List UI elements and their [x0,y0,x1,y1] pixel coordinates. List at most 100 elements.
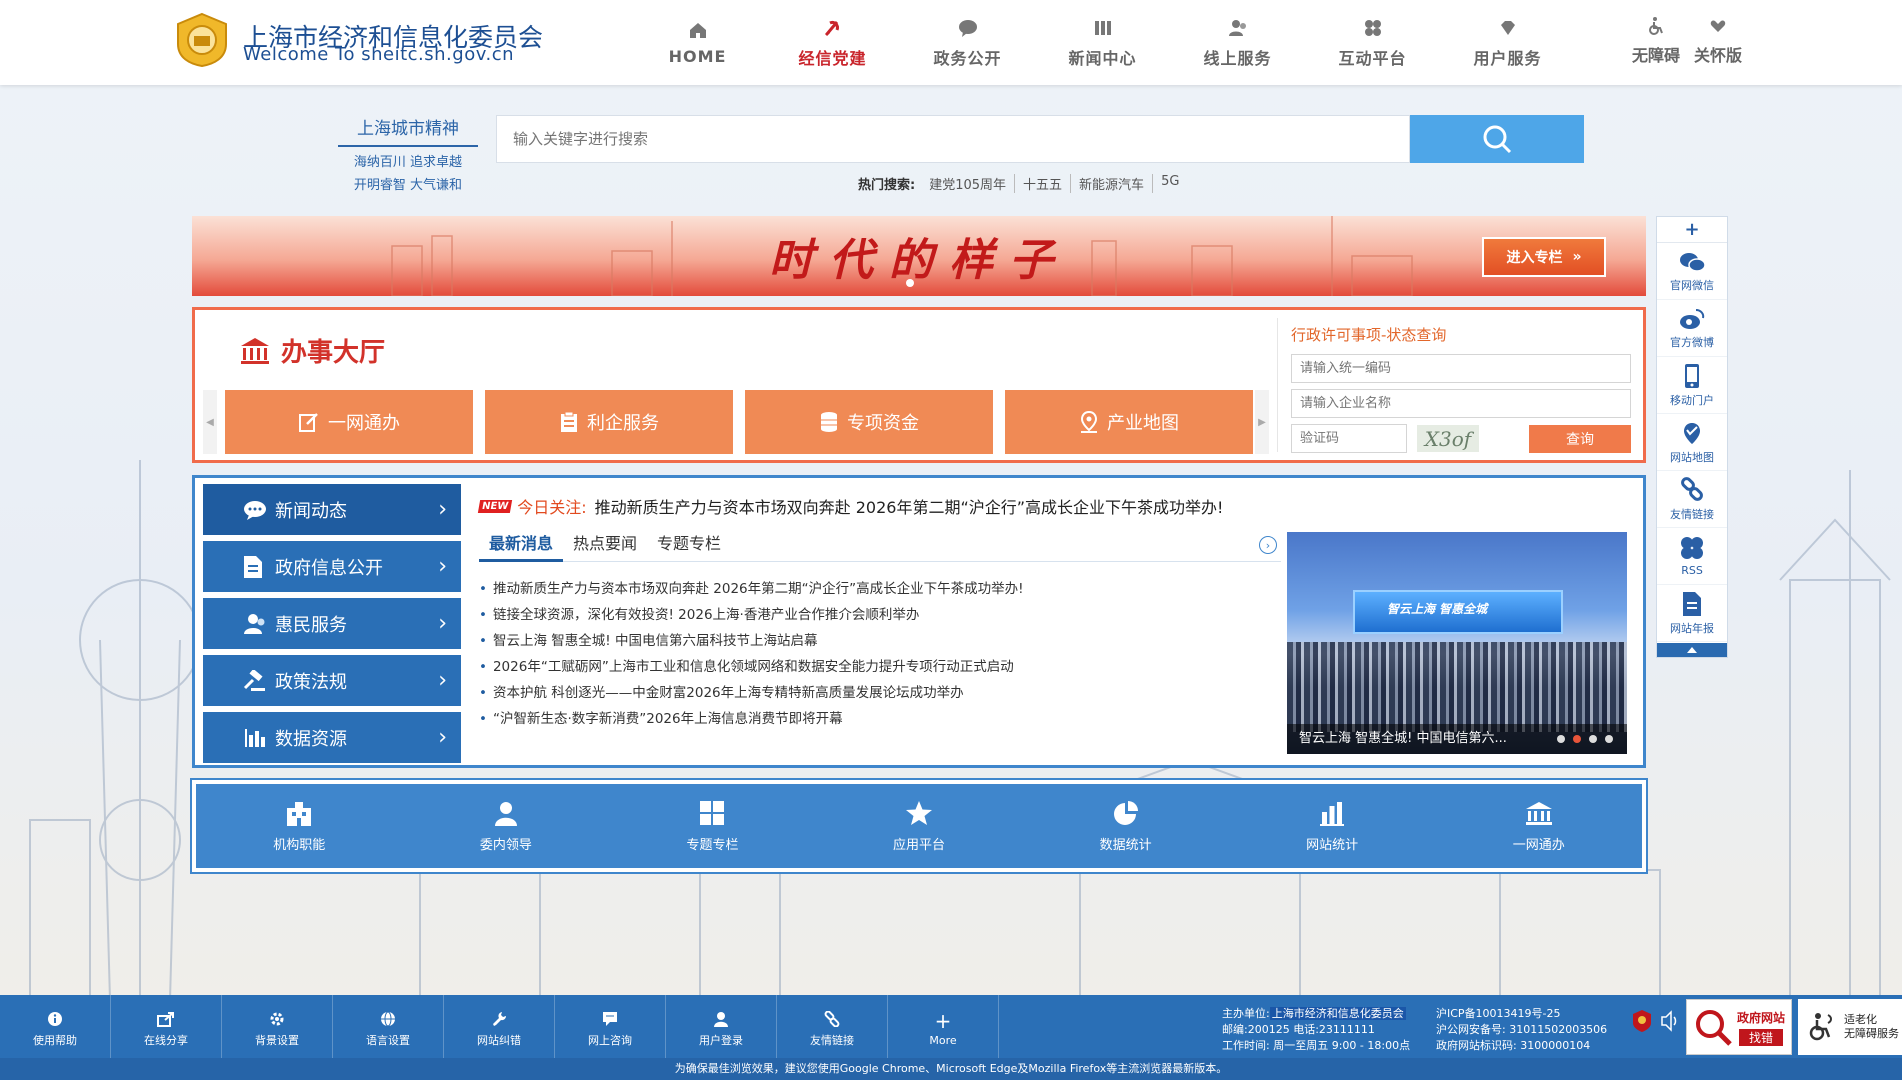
side-item-wechat[interactable]: 官网微信 [1657,243,1727,300]
accessibility-link[interactable]: 无障碍 [1632,16,1680,66]
carousel-dot[interactable] [1605,735,1613,743]
nav-online-services[interactable]: 线上服务 [1170,0,1305,85]
wrench-icon [493,1012,507,1026]
quick-link-app-platform[interactable]: 应用平台 [816,784,1023,868]
side-item-mobile[interactable]: 移动门户 [1657,357,1727,414]
hot-search-term[interactable]: 建党105周年 [921,174,1016,193]
quick-link-leadership[interactable]: 委内领导 [403,784,610,868]
hall-button-special-funds[interactable]: 专项资金 [745,390,993,454]
unified-code-input[interactable] [1291,354,1631,383]
news-photo-carousel[interactable]: 智云上海 智惠全城 智云上海 智惠全城! 中国电信第六... [1287,532,1627,754]
nav-user-services[interactable]: 用户服务 [1440,0,1575,85]
chevron-right-icon: ▶ [1258,416,1266,428]
quick-link-data-statistics[interactable]: 数据统计 [1022,784,1229,868]
tab-latest[interactable]: 最新消息 [479,530,564,562]
hot-search-term[interactable]: 新能源汽车 [1071,174,1154,193]
footer-user-login[interactable]: 用户登录 [666,995,777,1064]
host-name[interactable]: 上海市经济和信息化委员会 [1269,1007,1406,1020]
list-item[interactable]: 2026年“工赋砺网”上海市工业和信息化领域网络和数据安全能力提升专项行动正式启… [479,654,1279,680]
side-item-sitemap[interactable]: 网站地图 [1657,414,1727,471]
footer-friendly-links[interactable]: 友情链接 [777,995,888,1064]
footer-online-consult[interactable]: 网上咨询 [555,995,666,1064]
menu-item-news[interactable]: 新闻动态 › [203,484,461,535]
footer-help[interactable]: 使用帮助 [0,995,111,1064]
footer-tool-label: 在线分享 [144,1034,188,1047]
nav-party-building[interactable]: 经信党建 [765,0,900,85]
hall-button-one-stop[interactable]: 一网通办 [225,390,473,454]
list-item[interactable]: 智云上海 智惠全城! 中国电信第六届科技节上海站启幕 [479,628,1279,654]
gov-site-error-badge[interactable]: 政府网站 找错 [1686,999,1792,1055]
menu-item-policies[interactable]: 政策法规 › [203,655,461,706]
carousel-dot[interactable] [1573,735,1581,743]
care-version-link[interactable]: 关怀版 [1694,16,1742,66]
link-icon [1681,476,1703,501]
carousel-dot[interactable] [1589,735,1597,743]
star-icon [906,800,933,825]
hot-search-term[interactable]: 5G [1153,174,1187,193]
hall-next-button[interactable]: ▶ [1255,390,1269,454]
carousel-dot[interactable] [1557,735,1565,743]
footer-tool-label: 语言设置 [366,1034,410,1047]
hall-prev-button[interactable]: ◀ [203,390,217,454]
footer-background-settings[interactable]: 背景设置 [222,995,333,1064]
footer-registration-info: 沪ICP备10013419号-25 沪公网安备号: 31011502003506… [1436,1006,1607,1054]
footer-more[interactable]: + More [888,995,999,1064]
hall-button-enterprise-service[interactable]: 利企服务 [485,390,733,454]
nav-interaction[interactable]: 互动平台 [1305,0,1440,85]
footer-tool-label: 网站纠错 [477,1034,521,1047]
side-item-annual-report[interactable]: 网站年报 [1657,585,1727,642]
banner-slide-indicator[interactable] [906,279,914,287]
police-record[interactable]: 沪公网安备号: 31011502003506 [1436,1022,1607,1038]
pie-chart-icon [1113,800,1138,825]
nav-news-center[interactable]: 新闻中心 [1035,0,1170,85]
hot-search-term[interactable]: 十五五 [1015,174,1072,193]
quick-link-org-functions[interactable]: 机构职能 [196,784,403,868]
city-spirit-title: 上海城市精神 [338,114,478,147]
quick-link-one-stop[interactable]: 一网通办 [1435,784,1642,868]
captcha-row: X3of 查询 [1291,424,1637,453]
footer-tool-label: 友情链接 [810,1034,854,1047]
footer-share[interactable]: 在线分享 [111,995,222,1064]
nav-government-affairs[interactable]: 政务公开 [900,0,1035,85]
search-input[interactable] [496,115,1410,163]
footer-language-settings[interactable]: 语言设置 [333,995,444,1064]
side-item-label: 官网微信 [1670,278,1714,292]
accessibility-sound-icon[interactable] [1658,1009,1678,1033]
query-submit-button[interactable]: 查询 [1529,424,1631,453]
footer-error-report[interactable]: 网站纠错 [444,995,555,1064]
captcha-image[interactable]: X3of [1417,425,1479,452]
nav-label: 线上服务 [1203,48,1272,68]
sidebar-collapse-button[interactable] [1657,643,1727,657]
menu-item-data-resources[interactable]: 数据资源 › [203,712,461,763]
menu-item-public-services[interactable]: 惠民服务 › [203,598,461,649]
list-item[interactable]: “沪智新生态·数字新消费”2026年上海信息消费节即将开幕 [479,706,1279,732]
government-emblem-logo[interactable] [172,12,232,68]
side-item-links[interactable]: 友情链接 [1657,471,1727,528]
side-item-weibo[interactable]: 官方微博 [1657,300,1727,357]
search-button[interactable] [1410,115,1584,163]
promo-banner[interactable]: 时代的样子 [192,216,1646,296]
menu-item-info-disclosure[interactable]: 政府信息公开 › [203,541,461,592]
today-focus[interactable]: NEW 今日关注: 推动新质生产力与资本市场双向奔赴 2026年第二期“沪企行”… [477,494,1223,518]
banner-enter-button[interactable]: 进入专栏 » [1482,237,1606,277]
quick-link-site-statistics[interactable]: 网站统计 [1229,784,1436,868]
more-arrow-icon[interactable]: › [1259,536,1277,554]
side-item-label: RSS [1681,564,1703,577]
hall-button-industry-map[interactable]: 产业地图 [1005,390,1253,454]
icp-number[interactable]: 沪ICP备10013419号-25 [1436,1006,1607,1022]
sidebar-expand-plus-icon[interactable]: + [1657,217,1727,243]
quick-link-special-columns[interactable]: 专题专栏 [609,784,816,868]
tab-hot[interactable]: 热点要闻 [563,530,647,562]
list-item[interactable]: 链接全球资源，深化有效投资! 2026上海·香港产业合作推介会顺利举办 [479,602,1279,628]
captcha-input[interactable] [1291,424,1407,453]
list-item[interactable]: 推动新质生产力与资本市场双向奔赴 2026年第二期“沪企行”高成长企业下午茶成功… [479,576,1279,602]
tab-special[interactable]: 专题专栏 [647,530,731,562]
list-item[interactable]: 资本护航 科创逐光——中金财富2026年上海专精特新高质量发展论坛成功举办 [479,680,1279,706]
side-item-rss[interactable]: RSS [1657,528,1727,585]
party-badge-icon[interactable] [1632,1009,1652,1033]
elderly-friendly-badge[interactable]: 适老化 无障碍服务 [1798,999,1902,1055]
nav-home[interactable]: HOME [630,0,765,85]
chevron-right-icon: › [438,725,447,750]
heart-hand-icon [1710,20,1726,32]
company-name-input[interactable] [1291,389,1631,418]
